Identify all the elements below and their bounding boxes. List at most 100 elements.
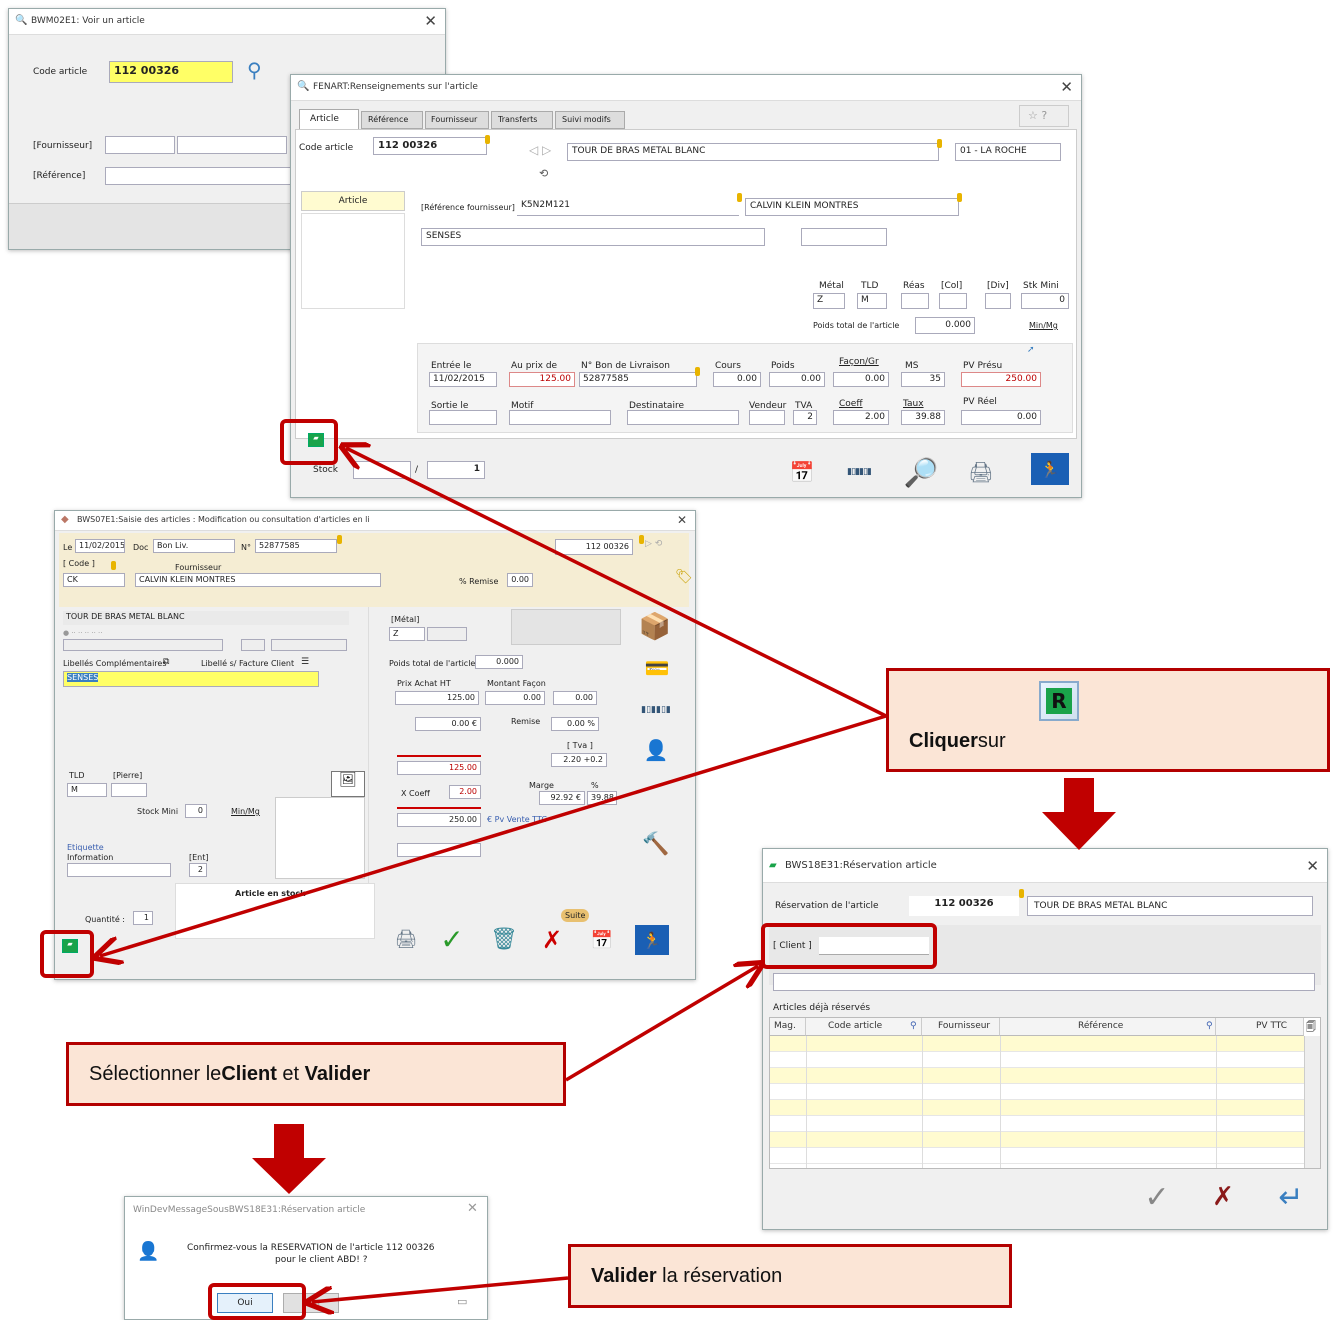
- search-magnifier-icon[interactable]: ⚲: [247, 58, 262, 82]
- table-row[interactable]: [770, 1036, 1304, 1052]
- code-short-field[interactable]: CK: [63, 573, 125, 587]
- table-options-icon[interactable]: 🗐: [1306, 1020, 1316, 1037]
- bon-livraison-field[interactable]: 52877585: [579, 372, 697, 387]
- tab-article[interactable]: Article: [299, 109, 359, 130]
- user-icon[interactable]: 👤: [639, 735, 673, 765]
- nav-arrows[interactable]: ▷ ⟲: [645, 539, 662, 549]
- copy-icon[interactable]: ⧉: [163, 657, 169, 667]
- ent-field[interactable]: 2: [189, 863, 207, 877]
- cost-field[interactable]: 125.00: [397, 761, 481, 775]
- poids-field[interactable]: 0.00: [769, 372, 825, 387]
- information-field[interactable]: [67, 863, 171, 877]
- div-field[interactable]: [985, 293, 1011, 309]
- cours-field[interactable]: 0.00: [713, 372, 761, 387]
- close-icon[interactable]: ✕: [677, 513, 687, 527]
- validate-check-icon[interactable]: ✓: [1137, 1177, 1177, 1217]
- barcode-icon[interactable]: ▮▯▮▮▯▮: [837, 459, 881, 485]
- star-help-icons[interactable]: ☆ ?: [1019, 105, 1069, 127]
- tva-field[interactable]: 2.20 +0.2: [551, 753, 607, 767]
- stock-mini-field[interactable]: 0: [185, 804, 207, 818]
- table-row[interactable]: [770, 1084, 1304, 1100]
- col-mag[interactable]: Mag.: [770, 1018, 806, 1036]
- card-icon[interactable]: 💳: [639, 653, 675, 683]
- suite-button[interactable]: Suite: [561, 909, 590, 922]
- article-side-button[interactable]: Article: [301, 191, 405, 211]
- close-icon[interactable]: ✕: [424, 12, 437, 30]
- box-icon[interactable]: 📦: [635, 609, 675, 645]
- checkmark-icon[interactable]: ✓: [435, 923, 469, 956]
- col-field[interactable]: [939, 293, 967, 309]
- col-fournisseur[interactable]: Fournisseur: [922, 1018, 1000, 1036]
- image-placeholder[interactable]: 🖼: [331, 771, 365, 797]
- table-row[interactable]: [770, 1052, 1304, 1068]
- eur-field[interactable]: 0.00: [553, 691, 597, 705]
- filter-icon[interactable]: ⚲: [1206, 1021, 1213, 1031]
- min-mg-link[interactable]: Min/Mg: [231, 807, 260, 816]
- tag-icon[interactable]: 🏷: [675, 569, 693, 585]
- col-pv-ttc[interactable]: PV TTC: [1216, 1018, 1304, 1036]
- ms-field[interactable]: 35: [901, 372, 945, 387]
- list-icon[interactable]: ☰: [301, 657, 309, 667]
- pv-reel-field[interactable]: 0.00: [961, 410, 1041, 425]
- table-row[interactable]: [770, 1148, 1304, 1164]
- min-mg-link[interactable]: Min/Mg: [1029, 321, 1058, 330]
- vendeur-field[interactable]: [749, 410, 785, 425]
- code-article-field[interactable]: 112 00326: [373, 137, 487, 155]
- magasin-field[interactable]: 01 - LA ROCHE: [955, 143, 1061, 161]
- poids-total-field[interactable]: 0.000: [475, 655, 523, 669]
- num-field[interactable]: 52877585: [255, 539, 337, 553]
- col-reference[interactable]: Référence: [1000, 1018, 1216, 1036]
- facon-field[interactable]: 0.00: [833, 372, 889, 387]
- montant-facon-field[interactable]: 0.00: [485, 691, 545, 705]
- remise2-field[interactable]: 0.00 %: [551, 717, 599, 731]
- mag-field[interactable]: [241, 639, 265, 651]
- fournisseur-input-2[interactable]: [177, 136, 287, 154]
- taux-field[interactable]: 39.88: [901, 410, 945, 425]
- tab-fournisseur[interactable]: Fournisseur: [425, 111, 489, 129]
- reas-field[interactable]: [901, 293, 929, 309]
- fournisseur-input-1[interactable]: [105, 136, 175, 154]
- metal-field[interactable]: Z: [389, 627, 425, 641]
- auprix-field[interactable]: 125.00: [509, 372, 575, 387]
- code-article-input[interactable]: 112 00326: [109, 61, 233, 83]
- ref-fournisseur-field[interactable]: K5N2M121: [517, 198, 739, 216]
- tld-field[interactable]: M: [67, 783, 107, 797]
- designation-field[interactable]: TOUR DE BRAS METAL BLANC: [567, 143, 939, 161]
- metal-field[interactable]: Z: [813, 293, 845, 309]
- lib-comp-field[interactable]: SENSES: [63, 671, 319, 687]
- extra-field[interactable]: [397, 843, 481, 857]
- tva-field[interactable]: 2: [793, 410, 817, 425]
- poids-total-field[interactable]: 0.000: [915, 317, 975, 334]
- trash-icon[interactable]: 🗑: [489, 923, 519, 955]
- exit-icon[interactable]: 🏃: [1031, 453, 1069, 485]
- pierre-field[interactable]: [111, 783, 147, 797]
- table-row[interactable]: [770, 1100, 1304, 1116]
- tld-field[interactable]: M: [857, 293, 887, 309]
- code-article-field[interactable]: 112 00326: [555, 539, 633, 555]
- close-icon[interactable]: ✕: [1060, 78, 1073, 96]
- barcode-icon[interactable]: ▮▯▮▮▯▮: [633, 697, 679, 723]
- le-field[interactable]: 11/02/2015: [75, 539, 125, 553]
- exit-icon[interactable]: 🏃: [635, 925, 669, 955]
- refresh-icon[interactable]: ⟲: [539, 167, 548, 180]
- stk-mini-field[interactable]: 0: [1021, 293, 1069, 309]
- tab-transferts[interactable]: Transferts: [491, 111, 553, 129]
- prix-achat-field[interactable]: 125.00: [395, 691, 479, 705]
- destinataire-field[interactable]: [627, 410, 739, 425]
- magnify-search-icon[interactable]: 🔎: [901, 453, 941, 491]
- coeff-field[interactable]: 2.00: [449, 785, 481, 799]
- status-select[interactable]: [271, 639, 347, 651]
- reference-input[interactable]: [105, 167, 295, 185]
- extra-field[interactable]: [801, 228, 887, 246]
- entree-date[interactable]: 11/02/2015: [429, 372, 497, 387]
- fournisseur-field[interactable]: CALVIN KLEIN MONTRES: [135, 573, 381, 587]
- table-row[interactable]: [770, 1068, 1304, 1084]
- remise-value-field[interactable]: 0.00 €: [415, 717, 481, 731]
- close-icon[interactable]: ✕: [1306, 857, 1319, 875]
- motif-field[interactable]: [509, 410, 611, 425]
- doc-select[interactable]: Bon Liv.: [153, 539, 235, 553]
- marge-pct-field[interactable]: 39.88: [587, 791, 617, 805]
- cancel-x-icon[interactable]: ✗: [1205, 1179, 1241, 1215]
- cancel-x-icon[interactable]: ✗: [537, 925, 567, 955]
- ref-field[interactable]: [63, 639, 223, 651]
